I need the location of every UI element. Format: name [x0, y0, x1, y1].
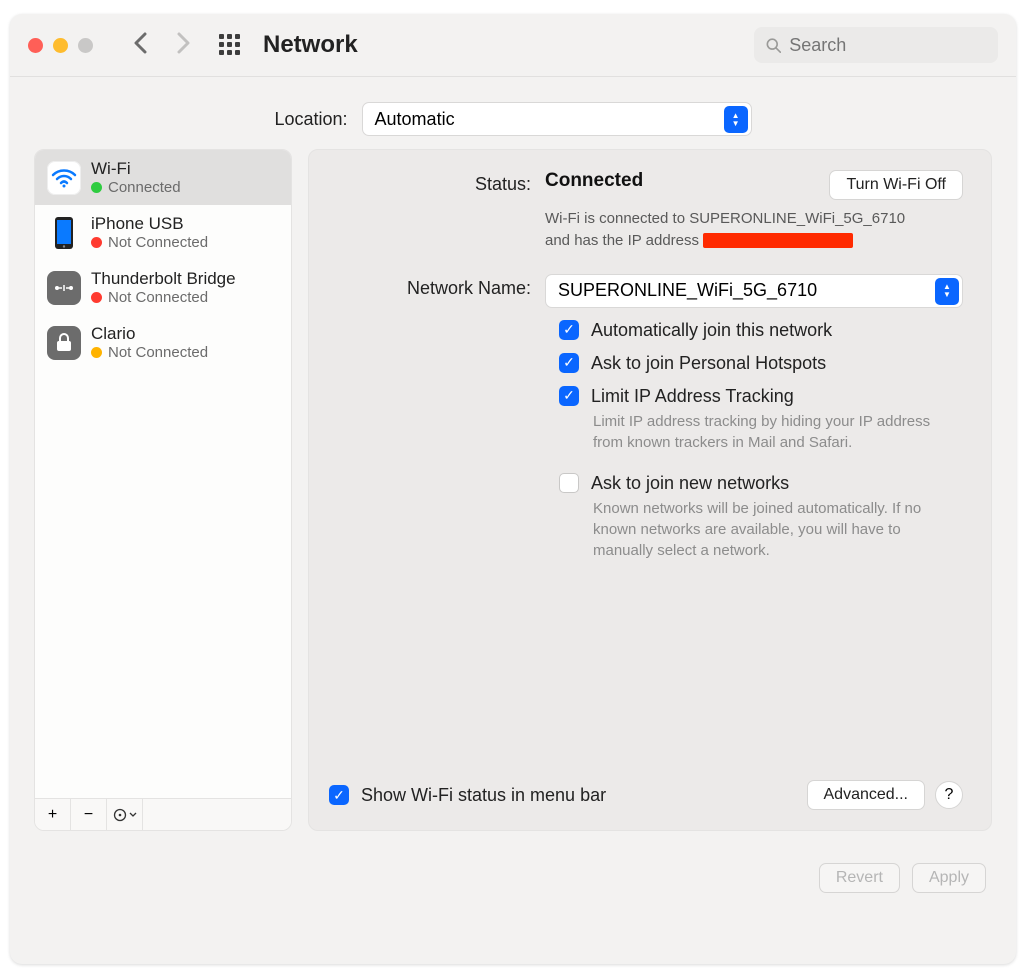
- ask-new-checkbox-row[interactable]: Ask to join new networks: [559, 473, 963, 494]
- redacted-ip: [703, 233, 853, 248]
- ask-new-description: Known networks will be joined automatica…: [593, 498, 963, 561]
- service-status: Not Connected: [91, 234, 208, 251]
- network-name-label: Network Name:: [329, 274, 545, 308]
- service-thunderbolt[interactable]: Thunderbolt Bridge Not Connected: [35, 260, 291, 315]
- auto-join-label: Automatically join this network: [591, 320, 832, 341]
- show-menu-label: Show Wi-Fi status in menu bar: [361, 785, 606, 806]
- detail-panel: Status: Connected Turn Wi-Fi Off Wi-Fi i…: [308, 149, 992, 831]
- lock-icon: [47, 326, 81, 360]
- forward-button[interactable]: [177, 32, 191, 58]
- service-iphone-usb[interactable]: iPhone USB Not Connected: [35, 205, 291, 260]
- network-name-select[interactable]: SUPERONLINE_WiFi_5G_6710 ▲▼: [545, 274, 963, 308]
- nav-buttons: [133, 32, 191, 58]
- search-field[interactable]: [754, 27, 998, 63]
- status-dot-icon: [91, 182, 102, 193]
- service-name: Wi-Fi: [91, 159, 181, 179]
- network-preferences-window: Network Location: Automatic ▲▼ Wi-Fi Con…: [10, 14, 1016, 964]
- ask-hotspots-label: Ask to join Personal Hotspots: [591, 353, 826, 374]
- limit-ip-checkbox-row[interactable]: ✓ Limit IP Address Tracking: [559, 386, 963, 407]
- titlebar: Network: [10, 14, 1016, 76]
- revert-button[interactable]: Revert: [819, 863, 900, 893]
- service-status: Not Connected: [91, 289, 236, 306]
- advanced-button[interactable]: Advanced...: [807, 780, 926, 810]
- search-input[interactable]: [789, 35, 986, 56]
- location-row: Location: Automatic ▲▼: [10, 89, 1016, 149]
- search-icon: [766, 37, 781, 54]
- status-dot-icon: [91, 237, 102, 248]
- ask-hotspots-checkbox-row[interactable]: ✓ Ask to join Personal Hotspots: [559, 353, 963, 374]
- service-clario[interactable]: Clario Not Connected: [35, 315, 291, 370]
- service-status: Not Connected: [91, 344, 208, 361]
- thunderbolt-icon: [47, 271, 81, 305]
- service-actions-button[interactable]: [107, 799, 143, 830]
- status-label: Status:: [329, 170, 545, 200]
- location-value: Automatic: [375, 109, 455, 130]
- status-dot-icon: [91, 347, 102, 358]
- window-controls: [28, 38, 93, 53]
- checkbox-checked-icon: ✓: [559, 353, 579, 373]
- apply-button[interactable]: Apply: [912, 863, 986, 893]
- status-description: Wi-Fi is connected to SUPERONLINE_WiFi_5…: [545, 208, 925, 252]
- show-menu-checkbox[interactable]: ✓: [329, 785, 349, 805]
- zoom-window-button[interactable]: [78, 38, 93, 53]
- updown-arrows-icon: ▲▼: [935, 278, 959, 305]
- page-title: Network: [263, 31, 358, 59]
- location-select[interactable]: Automatic ▲▼: [362, 102, 752, 136]
- services-sidebar: Wi-Fi Connected iPhone USB Not Connected: [34, 149, 292, 831]
- status-dot-icon: [91, 292, 102, 303]
- service-name: iPhone USB: [91, 214, 208, 234]
- back-button[interactable]: [133, 32, 147, 58]
- service-name: Clario: [91, 324, 208, 344]
- limit-ip-label: Limit IP Address Tracking: [591, 386, 794, 407]
- minimize-window-button[interactable]: [53, 38, 68, 53]
- content-area: Wi-Fi Connected iPhone USB Not Connected: [10, 149, 1016, 849]
- service-wifi[interactable]: Wi-Fi Connected: [35, 150, 291, 205]
- add-service-button[interactable]: +: [35, 799, 71, 830]
- network-name-value: SUPERONLINE_WiFi_5G_6710: [558, 280, 817, 301]
- help-button[interactable]: ?: [935, 781, 963, 809]
- service-name: Thunderbolt Bridge: [91, 269, 236, 289]
- service-status: Connected: [91, 179, 181, 196]
- checkbox-unchecked-icon: [559, 473, 579, 493]
- auto-join-checkbox-row[interactable]: ✓ Automatically join this network: [559, 320, 963, 341]
- window-footer: Revert Apply: [10, 849, 1016, 893]
- wifi-icon: [47, 161, 81, 195]
- turn-wifi-off-button[interactable]: Turn Wi-Fi Off: [829, 170, 963, 200]
- iphone-icon: [47, 216, 81, 250]
- checkbox-checked-icon: ✓: [559, 320, 579, 340]
- close-window-button[interactable]: [28, 38, 43, 53]
- limit-ip-description: Limit IP address tracking by hiding your…: [593, 411, 963, 453]
- sidebar-footer: + −: [35, 798, 291, 830]
- checkbox-checked-icon: ✓: [559, 386, 579, 406]
- ask-new-label: Ask to join new networks: [591, 473, 789, 494]
- show-all-icon[interactable]: [219, 34, 241, 56]
- remove-service-button[interactable]: −: [71, 799, 107, 830]
- status-value: Connected: [545, 170, 829, 192]
- updown-arrows-icon: ▲▼: [724, 106, 748, 133]
- location-label: Location:: [274, 109, 347, 130]
- divider: [10, 76, 1016, 77]
